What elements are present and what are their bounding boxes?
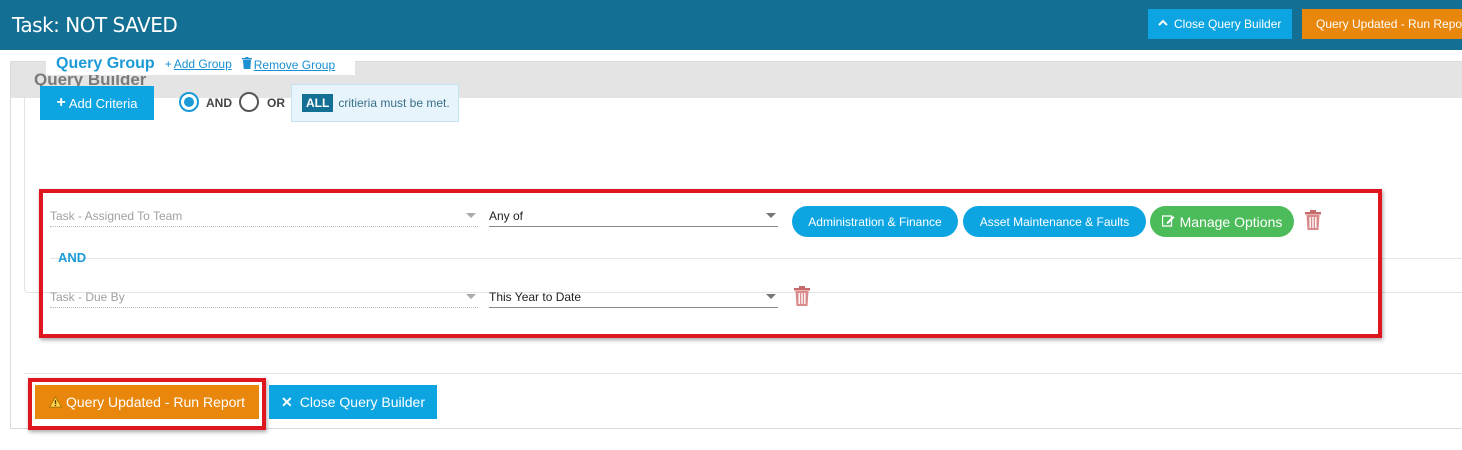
remove-group-link[interactable]: Remove Group xyxy=(241,56,336,72)
or-radio[interactable] xyxy=(239,92,259,112)
chevron-up-icon xyxy=(1158,18,1168,30)
all-badge: ALL xyxy=(302,94,334,112)
header-run-report-label: Query Updated - Run Report xyxy=(1316,17,1462,31)
page-title: Task: NOT SAVED xyxy=(12,13,178,37)
add-group-label: Add Group xyxy=(173,57,232,71)
criteria-highlight-box xyxy=(39,189,1382,338)
header-run-report-button[interactable]: Query Updated - Run Report xyxy=(1302,9,1462,39)
and-radio[interactable] xyxy=(179,92,199,112)
query-group-legend: Query Group + Add Group Remove Group xyxy=(46,53,356,75)
query-group-title: Query Group xyxy=(56,55,155,72)
top-header-bar: Task: NOT SAVED Close Query Builder Quer… xyxy=(0,0,1462,50)
criteria-info-box: ALL critieria must be met. xyxy=(291,84,459,122)
add-criteria-button[interactable]: + Add Criteria xyxy=(40,86,154,120)
add-criteria-label: Add Criteria xyxy=(68,95,138,111)
plus-icon: + xyxy=(56,94,66,111)
run-report-highlight-box xyxy=(28,378,266,430)
close-query-builder-label: Close Query Builder xyxy=(299,394,425,410)
header-close-query-builder-label: Close Query Builder xyxy=(1174,17,1282,31)
and-radio-label: AND xyxy=(206,96,232,110)
header-close-query-builder-button[interactable]: Close Query Builder xyxy=(1148,9,1292,39)
plus-icon: + xyxy=(164,57,172,71)
close-icon: ✕ xyxy=(280,393,293,410)
remove-group-label: Remove Group xyxy=(253,57,336,72)
add-group-link[interactable]: + Add Group xyxy=(165,57,232,71)
close-query-builder-button[interactable]: ✕ Close Query Builder xyxy=(269,385,437,419)
criteria-info-text: critieria must be met. xyxy=(338,96,450,110)
or-radio-label: OR xyxy=(267,96,285,110)
footer-divider xyxy=(24,373,1462,374)
trash-icon xyxy=(241,56,252,72)
